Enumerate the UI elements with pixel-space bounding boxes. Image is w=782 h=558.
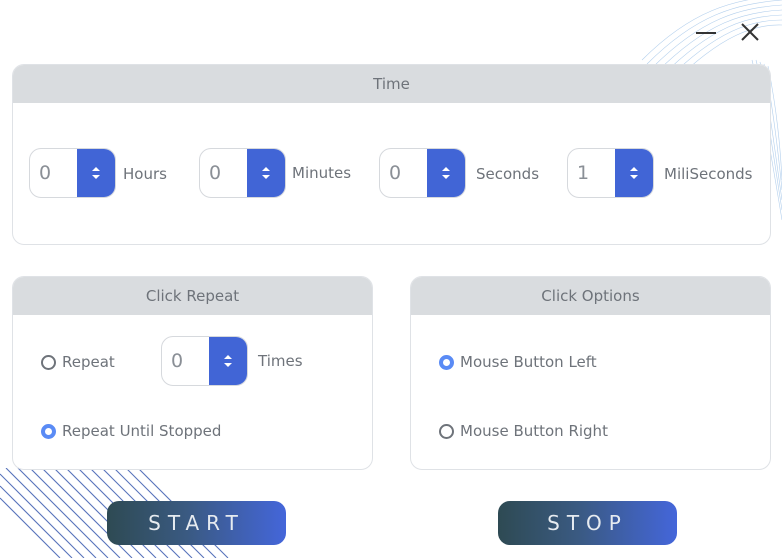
up-down-arrows-icon xyxy=(224,355,232,367)
up-down-arrows-icon xyxy=(262,167,270,179)
hours-up-down-arrows[interactable] xyxy=(77,149,115,197)
repeat-radio-option[interactable]: Repeat xyxy=(41,353,115,371)
close-button[interactable] xyxy=(736,18,764,46)
close-icon xyxy=(741,23,759,41)
repeat-times-up-down-arrows[interactable] xyxy=(209,337,247,385)
seconds-up-down-arrows[interactable] xyxy=(427,149,465,197)
milliseconds-spinner[interactable]: 1 xyxy=(567,148,654,198)
repeat-until-stopped-radio-option[interactable]: Repeat Until Stopped xyxy=(41,422,221,440)
mouse-left-label: Mouse Button Left xyxy=(460,353,597,371)
click-repeat-title: Click Repeat xyxy=(13,277,372,315)
mouse-left-radio-option[interactable]: Mouse Button Left xyxy=(439,353,597,371)
repeat-label: Repeat xyxy=(62,353,115,371)
stop-button[interactable]: STOP xyxy=(498,501,677,545)
seconds-label: Seconds xyxy=(476,165,540,183)
time-panel-title: Time xyxy=(13,65,770,103)
up-down-arrows-icon xyxy=(442,167,450,179)
click-repeat-panel: Click Repeat Repeat 0 Times Repeat Until… xyxy=(12,276,373,470)
up-down-arrows-icon xyxy=(630,167,638,179)
minutes-label: Minutes xyxy=(292,164,352,182)
seconds-value[interactable]: 0 xyxy=(380,149,427,197)
up-down-arrows-icon xyxy=(92,167,100,179)
repeat-radio[interactable] xyxy=(41,354,56,370)
minutes-spinner[interactable]: 0 xyxy=(199,148,286,198)
minutes-up-down-arrows[interactable] xyxy=(247,149,285,197)
mouse-right-radio[interactable] xyxy=(439,423,454,439)
click-options-panel: Click Options Mouse Button Left Mouse Bu… xyxy=(410,276,771,470)
repeat-times-value[interactable]: 0 xyxy=(162,337,209,385)
milliseconds-value[interactable]: 1 xyxy=(568,149,615,197)
start-button[interactable]: START xyxy=(107,501,286,545)
minutes-value[interactable]: 0 xyxy=(200,149,247,197)
times-label: Times xyxy=(258,352,303,370)
minimize-icon xyxy=(696,32,716,34)
mouse-right-radio-option[interactable]: Mouse Button Right xyxy=(439,422,608,440)
milliseconds-up-down-arrows[interactable] xyxy=(615,149,653,197)
repeat-until-stopped-radio[interactable] xyxy=(41,423,56,439)
seconds-spinner[interactable]: 0 xyxy=(379,148,466,198)
repeat-times-spinner[interactable]: 0 xyxy=(161,336,248,386)
minimize-button[interactable] xyxy=(692,18,720,46)
click-options-title: Click Options xyxy=(411,277,770,315)
hours-label: Hours xyxy=(123,165,167,183)
milliseconds-label: MiliSeconds xyxy=(664,165,753,183)
mouse-left-radio[interactable] xyxy=(439,354,454,370)
time-panel: Time 0 Hours 0 Minutes 0 Seconds 1 MiliS… xyxy=(12,64,771,245)
hours-spinner[interactable]: 0 xyxy=(29,148,116,198)
mouse-right-label: Mouse Button Right xyxy=(460,422,608,440)
repeat-until-stopped-label: Repeat Until Stopped xyxy=(62,422,222,440)
hours-value[interactable]: 0 xyxy=(30,149,77,197)
app-window: Time 0 Hours 0 Minutes 0 Seconds 1 MiliS… xyxy=(0,0,782,558)
